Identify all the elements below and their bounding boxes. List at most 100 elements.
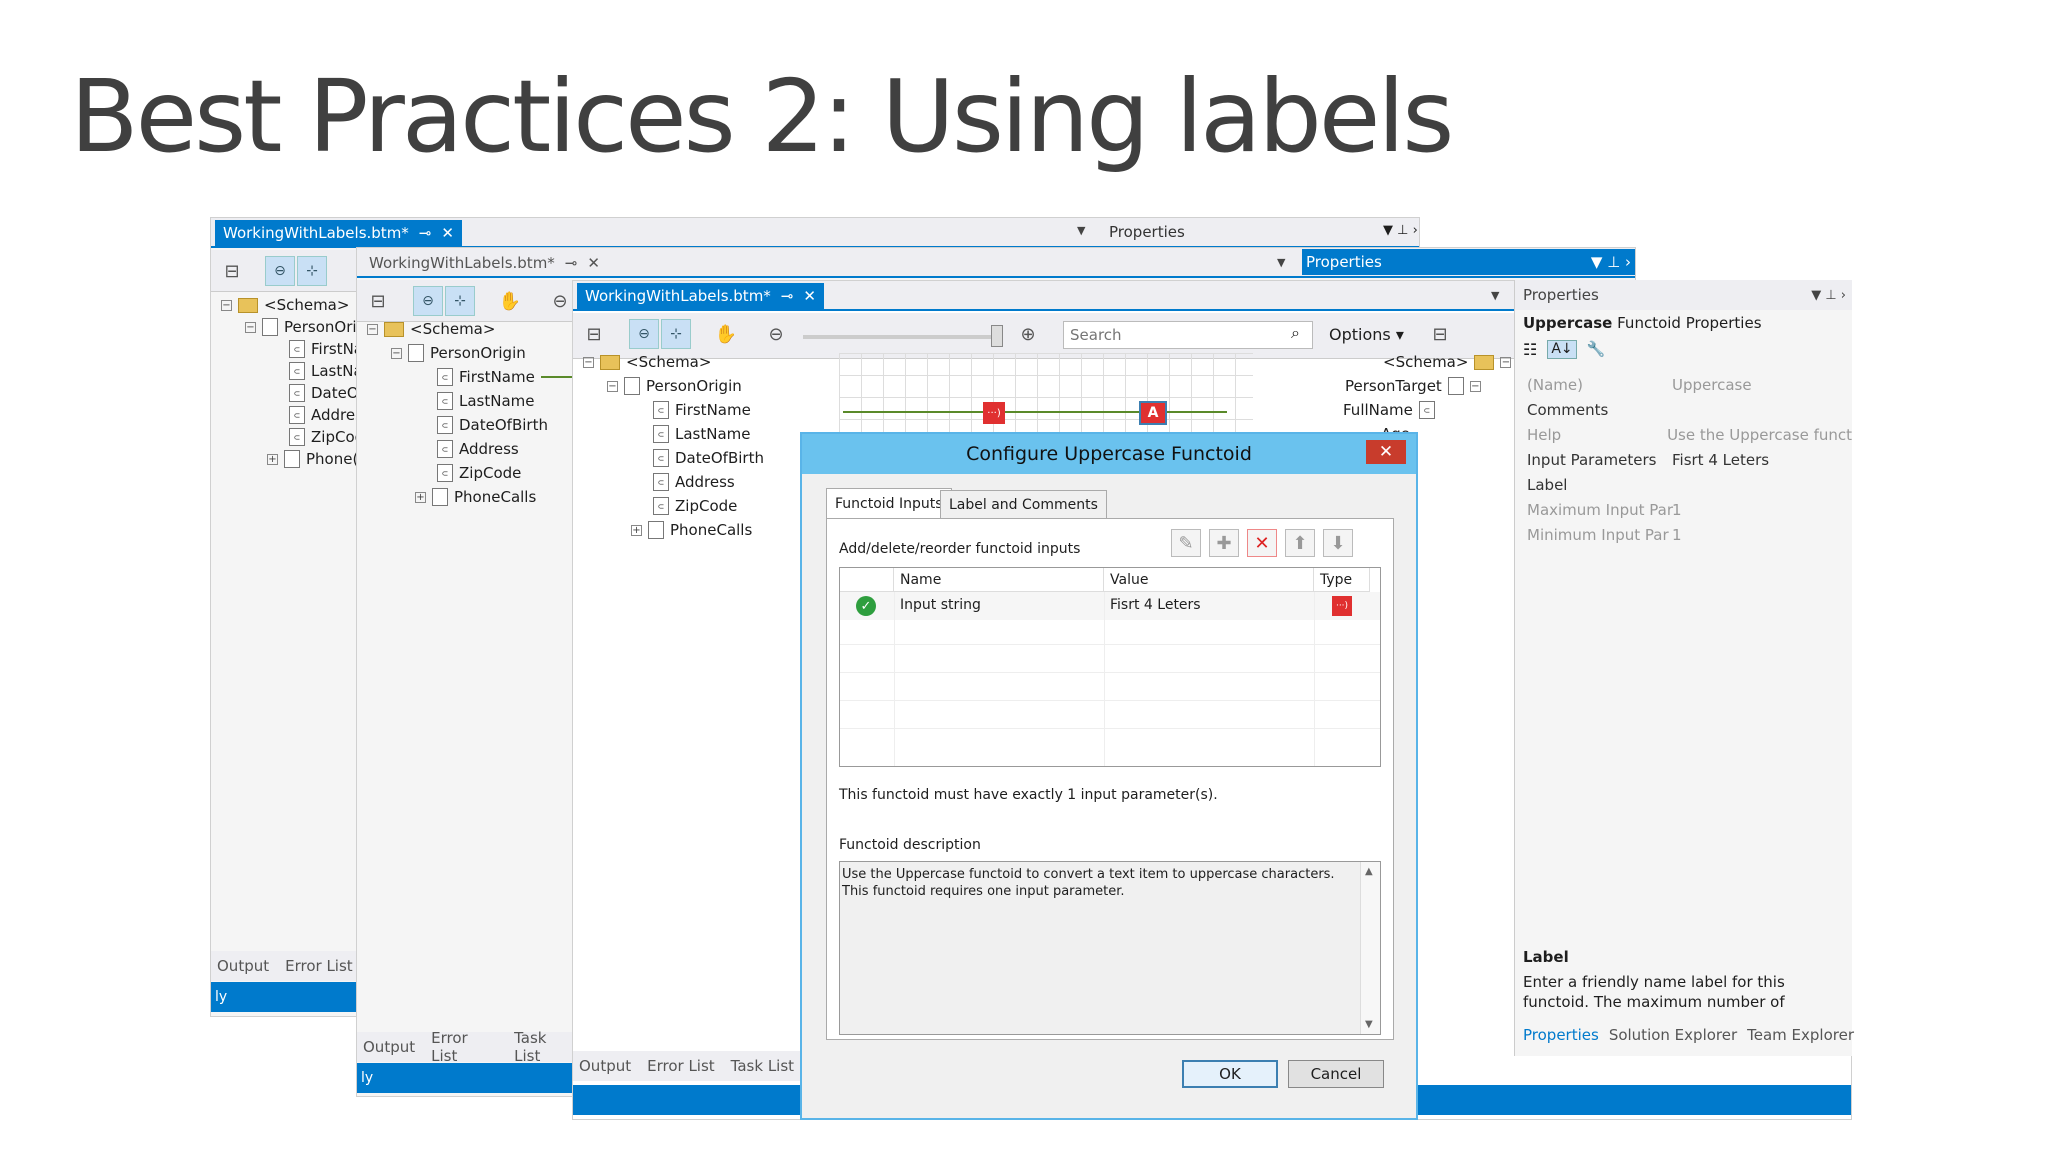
task-list-tab[interactable]: Task List — [514, 1029, 577, 1065]
slider-thumb[interactable] — [991, 325, 1003, 347]
add-icon[interactable]: ✚ — [1209, 529, 1239, 557]
tree-node[interactable]: <Schema> − — [1383, 353, 1512, 371]
dropdown-icon[interactable]: ▼ — [1491, 289, 1499, 302]
tree-node[interactable]: ⊂ ZipCode — [437, 464, 521, 482]
prop-row-name[interactable]: (Name) Uppercase — [1527, 376, 1852, 400]
collapse-icon[interactable]: − — [607, 380, 618, 392]
tree-node[interactable]: − PersonOrigin — [607, 377, 742, 395]
delete-icon[interactable]: ✕ — [1247, 529, 1277, 557]
tree-node[interactable]: − <Schema> — [583, 353, 711, 371]
link-icon[interactable]: ⊖ — [413, 286, 443, 316]
grid-icon[interactable]: ⊟ — [217, 256, 247, 286]
error-list-tab[interactable]: Error List — [431, 1029, 498, 1065]
properties-tab[interactable]: Properties — [1523, 1026, 1599, 1044]
tree-node[interactable]: ⊂ FirstName — [437, 368, 585, 386]
dropdown-icon[interactable]: ▼ — [1077, 224, 1085, 237]
zoom-slider[interactable] — [803, 335, 1003, 339]
hand-icon[interactable]: ✋ — [711, 319, 741, 349]
collapse-icon[interactable]: − — [1500, 356, 1512, 368]
tree-node[interactable]: ⊂ DateOfBirth — [653, 449, 764, 467]
search-input[interactable] — [1063, 321, 1313, 349]
error-list-tab[interactable]: Error List — [647, 1057, 715, 1075]
tree-node[interactable]: ⊂ DateOfBirth — [437, 416, 548, 434]
column-header-name[interactable]: Name — [894, 568, 1104, 592]
grid-icon[interactable]: ⊟ — [579, 319, 609, 349]
prop-row-comments[interactable]: Comments — [1527, 401, 1852, 425]
pin-icon[interactable]: ⊸ — [565, 254, 578, 272]
tree-node[interactable]: ⊂ DateOf — [289, 384, 364, 402]
doc-tab-mid[interactable]: WorkingWithLabels.btm* ⊸ ✕ — [361, 250, 608, 276]
prop-row-input-parameters[interactable]: Input Parameters Fisrt 4 Leters — [1527, 451, 1852, 475]
inputs-grid[interactable]: Name Value Type ✓ Input string Fisrt 4 L… — [839, 567, 1381, 767]
functoid-string-icon[interactable]: ···) — [983, 402, 1005, 424]
solution-explorer-tab[interactable]: Solution Explorer — [1609, 1026, 1737, 1044]
output-tab[interactable]: Output — [579, 1057, 631, 1075]
tree-node[interactable]: − PersonOrigin — [391, 344, 526, 362]
column-header-type[interactable]: Type — [1314, 568, 1370, 592]
link-icon[interactable]: ⊖ — [265, 256, 295, 286]
row-name[interactable]: Input string — [900, 597, 981, 613]
tree-node[interactable]: − PersonOrigi — [245, 318, 370, 336]
options-menu[interactable]: Options ▾ — [1329, 325, 1404, 344]
description-textarea[interactable]: Use the Uppercase functoid to convert a … — [839, 861, 1381, 1035]
tree-node[interactable]: ⊂ LastNa — [289, 362, 363, 380]
tree-node[interactable]: ⊂ LastName — [653, 425, 751, 443]
dialog-titlebar[interactable]: Configure Uppercase Functoid ✕ — [802, 434, 1416, 474]
expand-icon[interactable]: + — [415, 491, 426, 503]
zoom-icon[interactable]: ⊖ — [545, 286, 575, 316]
pin-icon[interactable]: ▼ ⊥ › — [1383, 223, 1418, 238]
collapse-icon[interactable]: − — [1469, 380, 1481, 392]
row-value[interactable]: Fisrt 4 Leters — [1110, 597, 1201, 613]
tab-label-and-comments[interactable]: Label and Comments — [940, 490, 1107, 518]
tree-node[interactable]: − <Schema> — [221, 296, 349, 314]
pin-icon[interactable]: ▼ ⊥ › — [1591, 253, 1631, 271]
wrench-icon[interactable]: 🔧 — [1587, 340, 1606, 359]
table-row[interactable]: ✓ Input string Fisrt 4 Leters ···) — [840, 592, 1380, 620]
doc-tab-back[interactable]: WorkingWithLabels.btm* ⊸ ✕ — [215, 220, 462, 246]
tree-node[interactable]: FullName ⊂ — [1343, 401, 1435, 419]
close-icon[interactable]: ✕ — [587, 254, 600, 272]
dropdown-icon[interactable]: ▼ — [1277, 256, 1285, 269]
categorized-icon[interactable]: ☷ — [1523, 340, 1537, 359]
close-icon[interactable]: ✕ — [441, 224, 454, 242]
expand-icon[interactable]: + — [631, 524, 642, 536]
output-tab[interactable]: Output — [217, 957, 269, 975]
tree-node[interactable]: ⊂ Address — [437, 440, 519, 458]
column-header-value[interactable]: Value — [1104, 568, 1314, 592]
layout-icon[interactable]: ⊟ — [1425, 319, 1455, 349]
doc-tab-front[interactable]: WorkingWithLabels.btm* ⊸ ✕ — [577, 283, 824, 309]
hand-icon[interactable]: ✋ — [495, 286, 525, 316]
move-down-icon[interactable]: ⬇ — [1323, 529, 1353, 557]
tree-node[interactable]: ⊂ LastName — [437, 392, 535, 410]
close-icon[interactable]: ✕ — [803, 287, 816, 305]
link-icon[interactable]: ⊖ — [629, 319, 659, 349]
collapse-icon[interactable]: − — [221, 299, 232, 311]
alphabetical-icon[interactable]: A↓ — [1547, 340, 1577, 359]
expand-icon[interactable]: ⊹ — [445, 286, 475, 316]
collapse-icon[interactable]: − — [367, 323, 378, 335]
prop-row-max-input[interactable]: Maximum Input Par 1 — [1527, 501, 1852, 525]
ok-button[interactable]: OK — [1182, 1060, 1278, 1088]
grid-icon[interactable]: ⊟ — [363, 286, 393, 316]
collapse-icon[interactable]: − — [391, 347, 402, 359]
expand-icon[interactable]: ⊹ — [661, 319, 691, 349]
task-list-tab[interactable]: Task List — [731, 1057, 794, 1075]
error-list-tab[interactable]: Error List — [285, 957, 353, 975]
object-selector[interactable]: Uppercase Functoid Properties — [1523, 314, 1762, 332]
expand-icon[interactable]: ⊹ — [297, 256, 327, 286]
uppercase-functoid-icon[interactable]: A — [1139, 401, 1167, 425]
prop-row-min-input[interactable]: Minimum Input Par 1 — [1527, 526, 1852, 550]
pin-icon[interactable]: ⊸ — [419, 224, 432, 242]
scroll-down-icon[interactable]: ▼ — [1365, 1019, 1373, 1030]
tree-node[interactable]: − <Schema> — [367, 320, 495, 338]
collapse-icon[interactable]: − — [583, 356, 594, 368]
tree-node[interactable]: + PhoneCalls — [631, 521, 752, 539]
tree-node[interactable]: + Phone( — [267, 450, 358, 468]
expand-icon[interactable]: + — [267, 453, 278, 465]
tab-functoid-inputs[interactable]: Functoid Inputs — [826, 488, 952, 518]
tree-node[interactable]: + PhoneCalls — [415, 488, 536, 506]
pin-icon[interactable]: ⊸ — [781, 287, 794, 305]
edit-icon[interactable]: ✎ — [1171, 529, 1201, 557]
tree-node[interactable]: ⊂ FirstName — [653, 401, 751, 419]
output-tab[interactable]: Output — [363, 1038, 415, 1056]
